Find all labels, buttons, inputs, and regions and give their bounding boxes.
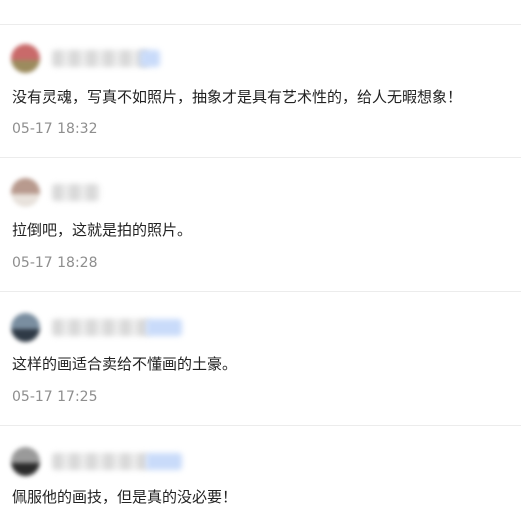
avatar-bottom xyxy=(11,193,40,207)
avatar[interactable] xyxy=(11,178,40,207)
comment-text: 没有灵魂，写真不如照片，抽象才是具有艺术性的，给人无暇想象！ xyxy=(12,88,463,106)
comment-item: 这样的画适合卖给不懂画的土豪。 05-17 17:25 xyxy=(0,313,521,405)
divider xyxy=(0,291,521,292)
comment-header xyxy=(0,178,521,208)
comment-item: 没有灵魂，写真不如照片，抽象才是具有艺术性的，给人无暇想象！ 05-17 18:… xyxy=(0,44,521,137)
comment-time: 05-17 18:32 xyxy=(12,121,98,137)
comment-text: 拉倒吧，这就是拍的照片。 xyxy=(12,221,193,239)
avatar-bottom xyxy=(11,328,40,342)
comment-header xyxy=(0,313,521,343)
comment-header xyxy=(0,44,521,74)
avatar-bottom xyxy=(11,462,40,476)
badge-blurred xyxy=(146,319,182,336)
comment-time: 05-17 18:28 xyxy=(12,255,98,271)
avatar[interactable] xyxy=(11,447,40,476)
badge-blurred xyxy=(146,453,182,470)
avatar-top xyxy=(11,313,40,329)
comment-time: 05-17 17:25 xyxy=(12,389,98,405)
comment-text: 这样的画适合卖给不懂画的土豪。 xyxy=(12,355,238,373)
comment-item: 佩服他的画技，但是真的没必要！ xyxy=(0,447,521,506)
username-blurred[interactable] xyxy=(52,319,150,336)
username-blurred[interactable] xyxy=(52,50,148,67)
divider xyxy=(0,157,521,158)
avatar-bottom xyxy=(11,59,40,73)
divider xyxy=(0,24,521,25)
comment-item: 拉倒吧，这就是拍的照片。 05-17 18:28 xyxy=(0,178,521,271)
username-blurred[interactable] xyxy=(52,453,148,470)
avatar[interactable] xyxy=(11,44,40,73)
avatar-top xyxy=(11,178,40,194)
badge-blurred xyxy=(140,50,160,67)
comment-text: 佩服他的画技，但是真的没必要！ xyxy=(12,488,238,506)
comment-header xyxy=(0,447,521,477)
divider xyxy=(0,425,521,426)
username-blurred[interactable] xyxy=(52,184,100,201)
avatar[interactable] xyxy=(11,313,40,342)
avatar-top xyxy=(11,447,40,463)
avatar-top xyxy=(11,44,40,60)
